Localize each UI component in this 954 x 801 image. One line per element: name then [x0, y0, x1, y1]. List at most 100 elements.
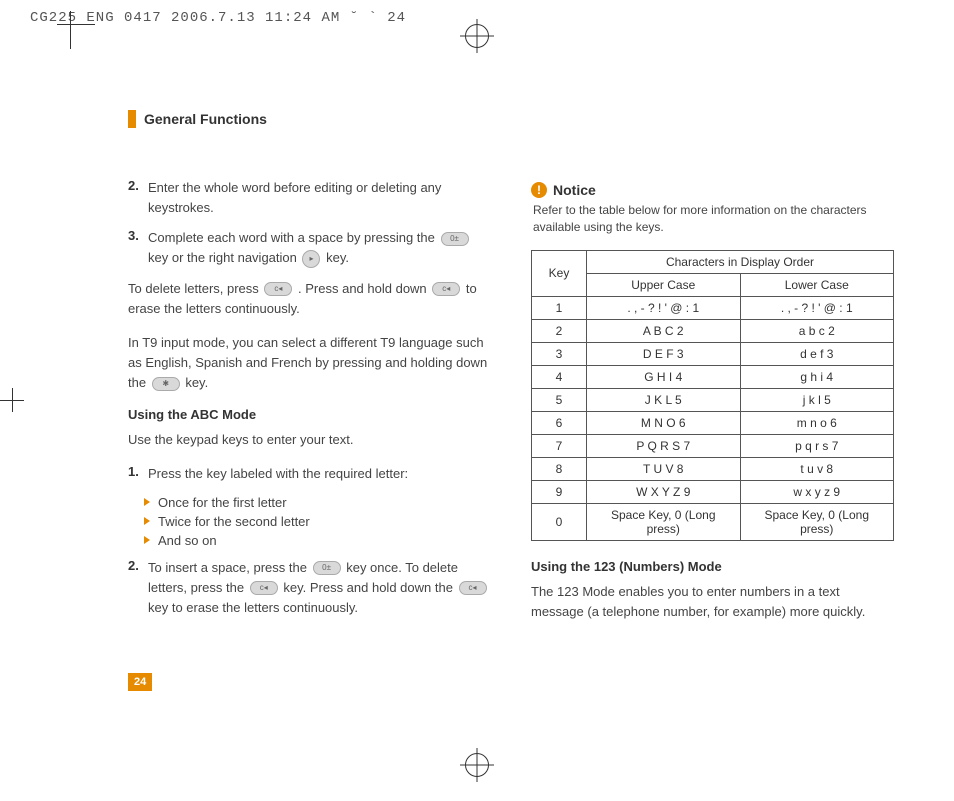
table-row: 7P Q R S 7p q r s 7	[532, 434, 894, 457]
text-fragment: key.	[185, 375, 208, 390]
clear-key-icon: c◂	[264, 282, 292, 296]
item-number: 2.	[128, 178, 142, 218]
item-number: 1.	[128, 464, 142, 484]
table-row: 3D E F 3d e f 3	[532, 342, 894, 365]
bullet-item: Twice for the second letter	[144, 514, 491, 529]
table-cell: a b c 2	[740, 319, 894, 342]
registration-mark-icon	[465, 753, 489, 777]
item-text: Enter the whole word before editing or d…	[148, 178, 491, 218]
text-fragment: key to erase the letters continuously.	[148, 600, 358, 615]
zero-key-icon: 0±	[441, 232, 469, 246]
bullet-text: Once for the first letter	[158, 495, 287, 510]
table-cell: 9	[532, 480, 587, 503]
bullet-text: And so on	[158, 533, 217, 548]
table-cell: Space Key, 0 (Long press)	[587, 503, 741, 540]
table-cell: j k l 5	[740, 388, 894, 411]
list-item: 1. Press the key labeled with the requir…	[128, 464, 491, 484]
notice-exclamation-icon: !	[531, 182, 547, 198]
item-text: Press the key labeled with the required …	[148, 464, 408, 484]
paragraph: In T9 input mode, you can select a diffe…	[128, 333, 491, 393]
list-item: 3. Complete each word with a space by pr…	[128, 228, 491, 268]
text-fragment: key. Press and hold down the	[283, 580, 456, 595]
triangle-bullet-icon	[144, 517, 150, 525]
zero-key-icon: 0±	[313, 561, 341, 575]
table-row: 4G H I 4g h i 4	[532, 365, 894, 388]
text-fragment: key.	[326, 250, 349, 265]
text-fragment: In T9 input mode, you can select a diffe…	[128, 335, 487, 390]
item-number: 3.	[128, 228, 142, 268]
table-cell: 0	[532, 503, 587, 540]
list-item: 2. To insert a space, press the 0± key o…	[128, 558, 491, 618]
table-cell: d e f 3	[740, 342, 894, 365]
text-fragment: To delete letters, press	[128, 281, 262, 296]
page-number-badge: 24	[128, 673, 152, 691]
table-cell: 4	[532, 365, 587, 388]
nav-key-icon: ▸	[302, 250, 320, 268]
clear-key-icon: c◂	[250, 581, 278, 595]
table-cell: A B C 2	[587, 319, 741, 342]
text-fragment: To insert a space, press the	[148, 560, 311, 575]
accent-bar-icon	[128, 110, 136, 128]
notice-heading: ! Notice	[531, 182, 894, 198]
table-cell: 8	[532, 457, 587, 480]
bullet-item: Once for the first letter	[144, 495, 491, 510]
item-text: To insert a space, press the 0± key once…	[148, 558, 491, 618]
triangle-bullet-icon	[144, 536, 150, 544]
notice-text: Refer to the table below for more inform…	[533, 202, 894, 236]
left-column: General Functions 2. Enter the whole wor…	[128, 110, 491, 636]
list-item: 2. Enter the whole word before editing o…	[128, 178, 491, 218]
table-cell: M N O 6	[587, 411, 741, 434]
table-cell: 6	[532, 411, 587, 434]
table-cell: g h i 4	[740, 365, 894, 388]
table-cell: Space Key, 0 (Long press)	[740, 503, 894, 540]
display-order-header: Characters in Display Order	[587, 250, 894, 273]
subheading: Using the ABC Mode	[128, 407, 491, 422]
lower-case-header: Lower Case	[740, 273, 894, 296]
table-cell: 2	[532, 319, 587, 342]
table-cell: 3	[532, 342, 587, 365]
table-cell: 7	[532, 434, 587, 457]
crop-mark-icon	[70, 24, 95, 49]
notice-label: Notice	[553, 182, 596, 198]
subheading: Using the 123 (Numbers) Mode	[531, 559, 894, 574]
content-area: General Functions 2. Enter the whole wor…	[128, 110, 894, 636]
table-cell: 1	[532, 296, 587, 319]
clear-key-icon: c◂	[432, 282, 460, 296]
bullet-item: And so on	[144, 533, 491, 548]
page: CG225 ENG 0417 2006.7.13 11:24 AM ˘ ` 24…	[0, 0, 954, 801]
table-row: 8T U V 8t u v 8	[532, 457, 894, 480]
triangle-bullet-icon	[144, 498, 150, 506]
text-fragment: Complete each word with a space by press…	[148, 230, 439, 245]
paragraph: The 123 Mode enables you to enter number…	[531, 582, 894, 622]
bullet-text: Twice for the second letter	[158, 514, 310, 529]
table-cell: P Q R S 7	[587, 434, 741, 457]
table-cell: p q r s 7	[740, 434, 894, 457]
registration-mark-icon	[465, 24, 489, 48]
table-row: 5J K L 5j k l 5	[532, 388, 894, 411]
table-row: 0Space Key, 0 (Long press)Space Key, 0 (…	[532, 503, 894, 540]
table-row: 1. , - ? ! ' @ : 1. , - ? ! ' @ : 1	[532, 296, 894, 319]
table-cell: T U V 8	[587, 457, 741, 480]
table-row: 6M N O 6m n o 6	[532, 411, 894, 434]
table-cell: J K L 5	[587, 388, 741, 411]
table-cell: w x y z 9	[740, 480, 894, 503]
paragraph: To delete letters, press c◂ . Press and …	[128, 279, 491, 319]
table-cell: D E F 3	[587, 342, 741, 365]
right-column: ! Notice Refer to the table below for mo…	[531, 110, 894, 636]
key-header: Key	[532, 250, 587, 296]
paragraph: Use the keypad keys to enter your text.	[128, 430, 491, 450]
character-table: Key Characters in Display Order Upper Ca…	[531, 250, 894, 541]
section-title: General Functions	[144, 111, 267, 127]
table-cell: t u v 8	[740, 457, 894, 480]
section-heading: General Functions	[128, 110, 491, 128]
table-row: 2A B C 2a b c 2	[532, 319, 894, 342]
text-fragment: . Press and hold down	[298, 281, 430, 296]
table-cell: W X Y Z 9	[587, 480, 741, 503]
table-header-row: Key Characters in Display Order	[532, 250, 894, 273]
clear-key-icon: c◂	[459, 581, 487, 595]
text-fragment: key or the right navigation	[148, 250, 300, 265]
table-cell: 5	[532, 388, 587, 411]
table-cell: . , - ? ! ' @ : 1	[587, 296, 741, 319]
table-cell: . , - ? ! ' @ : 1	[740, 296, 894, 319]
table-cell: m n o 6	[740, 411, 894, 434]
